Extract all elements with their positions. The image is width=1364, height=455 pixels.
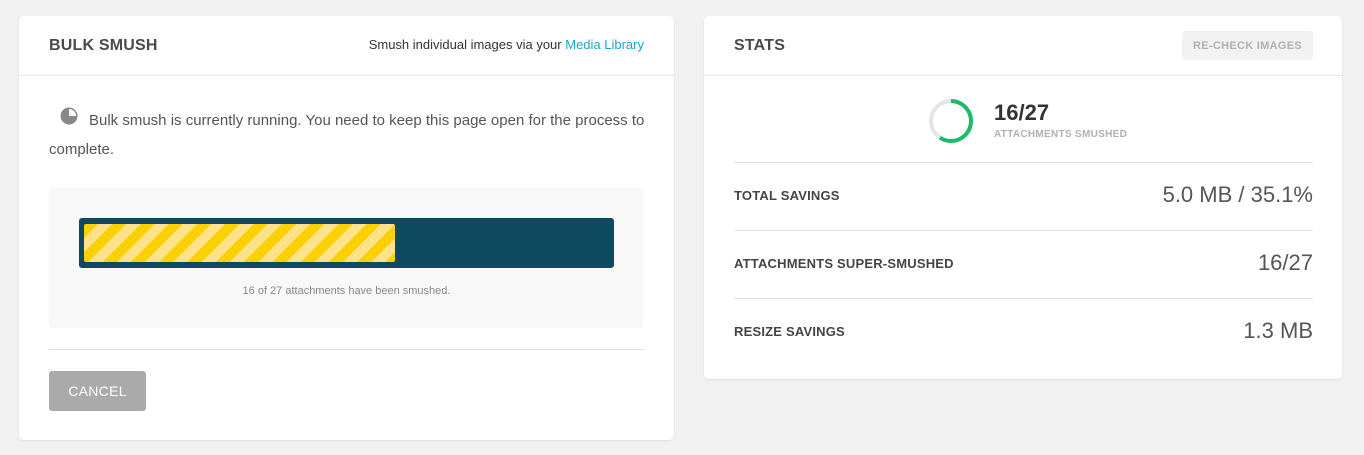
- cancel-button[interactable]: CANCEL: [49, 371, 146, 411]
- stats-row-super-smushed: ATTACHMENTS SUPER-SMUSHED 16/27: [734, 230, 1313, 298]
- divider: [49, 349, 644, 350]
- stats-row-label: ATTACHMENTS SUPER-SMUSHED: [734, 256, 954, 271]
- media-library-hint: Smush individual images via your Media L…: [369, 37, 644, 52]
- bulk-smush-header: BULK SMUSH Smush individual images via y…: [19, 16, 674, 76]
- stats-row-label: TOTAL SAVINGS: [734, 188, 840, 203]
- bulk-smush-title: BULK SMUSH: [49, 37, 158, 54]
- recheck-images-button[interactable]: RE-CHECK IMAGES: [1182, 31, 1313, 60]
- media-library-hint-text: Smush individual images via your: [368, 37, 566, 52]
- media-library-link[interactable]: Media Library: [565, 37, 644, 52]
- stats-row-resize-savings: RESIZE SAVINGS 1.3 MB: [734, 298, 1313, 366]
- smush-progress-circle: [929, 99, 973, 143]
- progress-bar-fill: [84, 224, 395, 262]
- stats-row-total-savings: TOTAL SAVINGS 5.0 MB / 35.1%: [734, 162, 1313, 230]
- bulk-smush-card: BULK SMUSH Smush individual images via y…: [19, 16, 674, 440]
- bulk-running-notice: Bulk smush is currently running. You nee…: [49, 112, 645, 158]
- stats-row-label: RESIZE SAVINGS: [734, 324, 845, 339]
- stats-title: STATS: [734, 37, 786, 54]
- progress-panel: 16 of 27 attachments have been smushed.: [49, 188, 644, 328]
- stats-row-value: 5.0 MB / 35.1%: [1162, 182, 1313, 207]
- attachments-smushed-label: ATTACHMENTS SMUSHED: [994, 129, 1128, 140]
- stats-row-value: 16/27: [1257, 250, 1313, 275]
- stats-header: STATS RE-CHECK IMAGES: [704, 16, 1342, 76]
- progress-caption: 16 of 27 attachments have been smushed.: [242, 285, 451, 297]
- progress-bar: [79, 218, 614, 268]
- stats-row-value: 1.3 MB: [1243, 318, 1313, 343]
- attachments-smushed-count: 16/27: [994, 100, 1050, 125]
- stats-card: STATS RE-CHECK IMAGES 16/27 ATTACHMENTS …: [704, 16, 1342, 379]
